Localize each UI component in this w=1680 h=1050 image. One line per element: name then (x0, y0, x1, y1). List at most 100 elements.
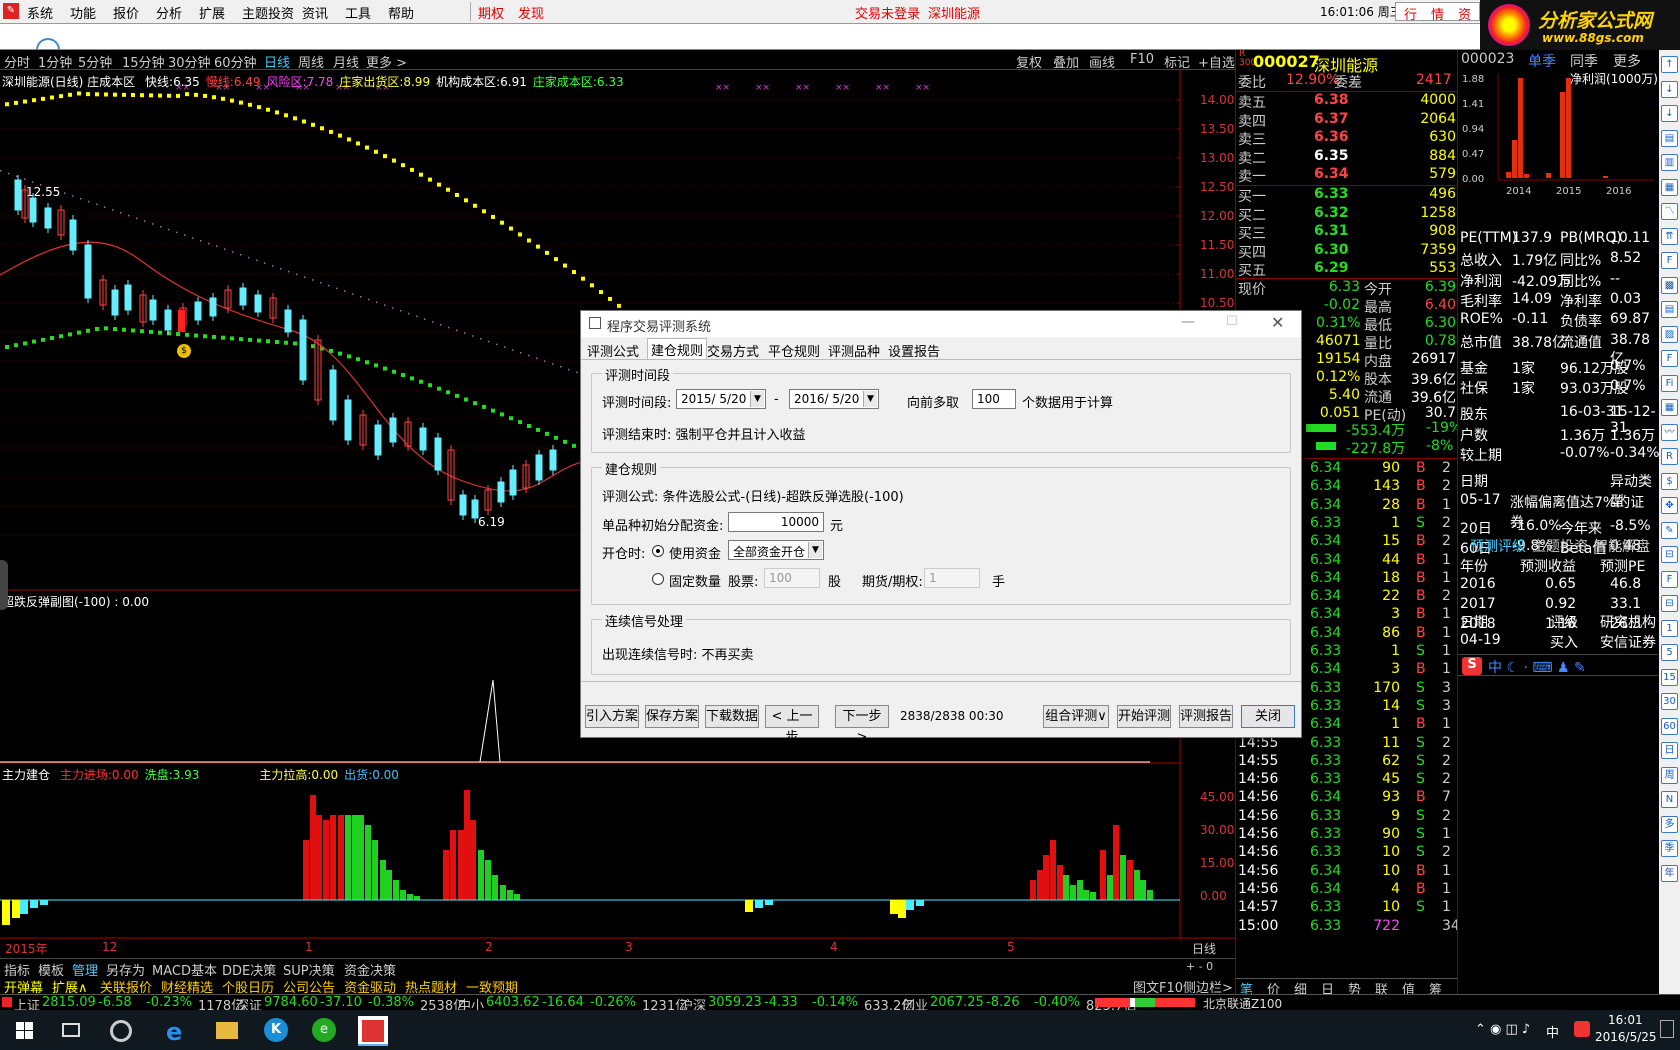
menu-item[interactable]: 工具 (345, 3, 371, 22)
tool-strip-icon[interactable]: 多 (1661, 815, 1678, 833)
chevron-down-icon[interactable]: ▼ (808, 542, 822, 558)
refresh-icon[interactable] (36, 38, 60, 50)
task-view-icon[interactable] (62, 1023, 80, 1037)
chevron-down-icon[interactable]: ▼ (750, 391, 764, 407)
combo-eval-button[interactable]: 组合评测∨ (1043, 705, 1109, 728)
tool-strip-icon[interactable]: $ (1661, 472, 1678, 490)
future-qty-input[interactable]: 1 (924, 568, 980, 588)
tool-strip-icon[interactable]: ▦ (1661, 399, 1678, 416)
fixed-qty-radio[interactable] (652, 573, 664, 585)
ime-toolbar-icons[interactable]: 中 ☾ · ⌨ ♟ ✎ (1488, 657, 1586, 677)
save-plan-button[interactable]: 保存方案 (645, 705, 699, 728)
side-collapse-handle[interactable] (0, 560, 8, 610)
chart-tool-button[interactable]: +自选 (1198, 52, 1235, 71)
tool-strip-icon[interactable]: N (1661, 791, 1678, 808)
quick-btn-qing[interactable]: 情 (1431, 4, 1444, 23)
tool-strip-icon[interactable]: ✥ (1661, 497, 1678, 514)
dialog-tab[interactable]: 平仓规则 (768, 341, 820, 360)
pred-tab[interactable]: 预测评级 (1470, 536, 1526, 556)
period-tab[interactable]: 日线 (264, 52, 290, 71)
use-fund-radio[interactable] (652, 545, 664, 557)
download-data-button[interactable]: 下载数据 (705, 705, 759, 728)
stock-qty-input[interactable]: 100 (764, 568, 820, 588)
period-tab[interactable]: 周线 (298, 52, 324, 71)
date-to-picker[interactable]: 2016/ 5/20 ▼ (789, 389, 879, 409)
k-app-icon[interactable]: K (264, 1018, 288, 1042)
login-status[interactable]: 交易未登录 (855, 3, 920, 22)
file-explorer-icon[interactable] (216, 1022, 238, 1039)
dialog-tab[interactable]: 设置报告 (888, 341, 940, 360)
tool-strip-icon[interactable]: ⊟ (1661, 595, 1678, 612)
period-tab[interactable]: 1分钟 (38, 52, 72, 71)
tool-strip-icon[interactable]: ✎ (1661, 521, 1678, 539)
prev-step-button[interactable]: < 上一步 (765, 705, 819, 745)
ime-indicator[interactable]: 中 (1546, 1022, 1559, 1041)
fund-input[interactable]: 10000 (728, 512, 824, 532)
tool-strip-icon[interactable]: 1 (1661, 619, 1678, 637)
import-plan-button[interactable]: 引入方案 (585, 705, 639, 728)
menu-item[interactable]: 功能 (70, 3, 96, 22)
menu-options[interactable]: 期权 (478, 3, 504, 22)
pred-tab[interactable]: 智能解盘 (1594, 536, 1650, 556)
notification-icon[interactable] (1660, 1020, 1674, 1038)
tool-strip-icon[interactable]: F (1661, 570, 1678, 588)
start-eval-button[interactable]: 开始评测 (1117, 705, 1171, 728)
menu-item[interactable]: 报价 (113, 3, 139, 22)
tool-strip-icon[interactable]: ▨ (1661, 325, 1678, 343)
chart-tool-button[interactable]: 画线 (1089, 52, 1115, 71)
period-tab[interactable]: 5分钟 (78, 52, 112, 71)
dialog-tab[interactable]: 评测品种 (828, 341, 880, 360)
quick-btn-zi[interactable]: 资 (1458, 4, 1471, 23)
tool-strip-icon[interactable]: 30 (1661, 693, 1678, 710)
close-icon[interactable]: ✕ (1271, 313, 1284, 332)
chart-tool-button[interactable]: 叠加 (1053, 52, 1079, 71)
period-tab[interactable]: 60分钟 (214, 52, 257, 71)
dialog-tab[interactable]: 评测公式 (587, 341, 639, 360)
tool-strip-icon[interactable]: 60 (1661, 717, 1678, 735)
pred-tab[interactable]: 主题投资 (1532, 536, 1588, 556)
tool-strip-icon[interactable]: 季 (1661, 840, 1678, 857)
tool-strip-icon[interactable]: 日 (1661, 742, 1678, 759)
next-step-button[interactable]: 下一步 > (835, 705, 889, 745)
chevron-down-icon[interactable]: ▼ (863, 391, 877, 407)
tool-strip-icon[interactable]: 年 (1661, 864, 1678, 882)
tool-strip-icon[interactable]: ⊟ (1661, 546, 1678, 563)
close-button[interactable]: 关闭 (1241, 705, 1295, 728)
eval-report-button[interactable]: 评测报告 (1179, 705, 1233, 728)
period-tab[interactable]: 月线 (333, 52, 359, 71)
date-from-picker[interactable]: 2015/ 5/20 ▼ (676, 389, 766, 409)
tool-strip-icon[interactable]: 〽 (1661, 203, 1678, 220)
menu-item[interactable]: 主题投资 (242, 3, 294, 22)
menu-item[interactable]: 扩展 (199, 3, 225, 22)
command-input-bar[interactable] (0, 24, 1480, 50)
tool-strip-icon[interactable]: ▥ (1661, 154, 1678, 171)
maximize-icon[interactable]: ☐ (1226, 314, 1238, 329)
minimize-icon[interactable]: — (1181, 314, 1195, 330)
menu-item[interactable]: 资讯 (302, 3, 328, 22)
fetch-count-input[interactable]: 100 (972, 389, 1016, 409)
menu-item[interactable]: 帮助 (388, 3, 414, 22)
money-bag-icon[interactable]: $ (177, 344, 191, 358)
tray-icons[interactable]: ⌃ ◉ ◫ ♪ (1475, 1022, 1530, 1037)
tool-strip-icon[interactable]: 5 (1661, 644, 1678, 661)
stock-app-icon[interactable] (358, 1016, 388, 1046)
menu-item[interactable]: 系统 (27, 3, 53, 22)
zoom-controls[interactable]: + - 0 (1186, 960, 1213, 973)
tool-strip-icon[interactable]: ↓ (1661, 80, 1678, 98)
sogou-tray-icon[interactable] (1574, 1021, 1590, 1037)
period-tab[interactable]: 30分钟 (168, 52, 211, 71)
menu-discover[interactable]: 发现 (518, 3, 544, 22)
tool-strip-icon[interactable]: F (1661, 350, 1678, 367)
chart-tool-button[interactable]: 复权 (1016, 52, 1042, 71)
tool-strip-icon[interactable]: 15 (1661, 668, 1678, 686)
period-tab[interactable]: 15分钟 (122, 52, 165, 71)
tool-strip-icon[interactable]: ▦ (1661, 178, 1678, 196)
green-app-icon[interactable]: e (312, 1018, 336, 1042)
tool-strip-icon[interactable]: 周 (1661, 766, 1678, 784)
fin-tab-same[interactable]: 同季 (1570, 51, 1598, 71)
tool-strip-icon[interactable]: 〰 (1661, 423, 1678, 441)
chart-tool-button[interactable]: 标记 (1164, 52, 1190, 71)
sogou-icon[interactable]: S (1462, 657, 1482, 675)
period-tab[interactable]: 分时 (4, 52, 30, 71)
menu-item[interactable]: 分析 (156, 3, 182, 22)
